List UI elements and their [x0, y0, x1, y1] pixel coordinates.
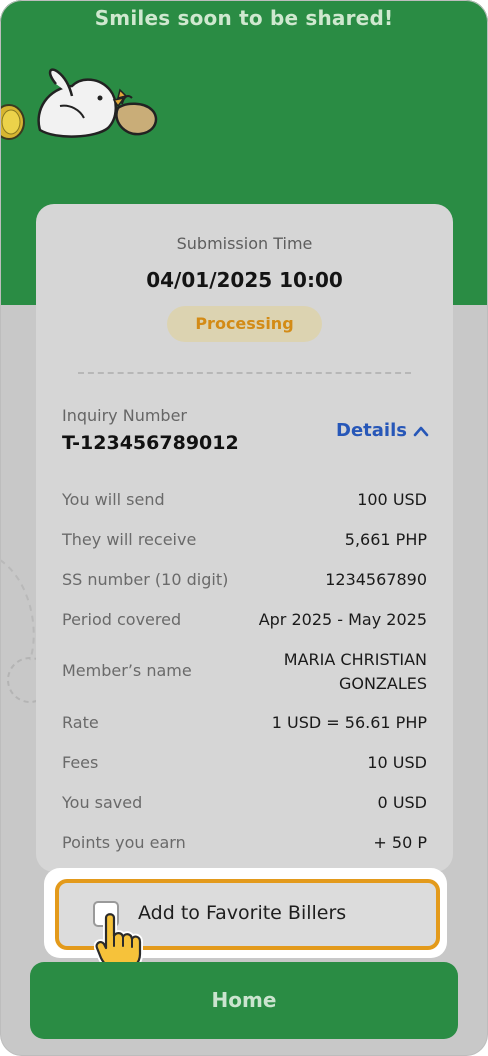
send-amount-value: 100 USD [357, 490, 427, 509]
details-toggle-button[interactable]: Details [336, 420, 429, 441]
member-name-value: MARIA CHRISTIAN GONZALES [284, 648, 427, 696]
app-screen: Smiles soon to be shared! Submission Tim… [0, 0, 488, 1056]
fees-value: 10 USD [367, 753, 427, 772]
member-name-line-1: MARIA CHRISTIAN [283, 650, 427, 669]
ss-number-label: SS number (10 digit) [62, 570, 229, 589]
banner-headline: Smiles soon to be shared! [94, 6, 394, 30]
ss-number-value: 1234567890 [325, 570, 427, 589]
rate-label: Rate [62, 713, 99, 732]
transaction-card: Submission Time 04/01/2025 10:00 Process… [36, 204, 453, 872]
rate-value: 1 USD = 56.61 PHP [271, 713, 427, 732]
favorite-label: Add to Favorite Billers [138, 902, 347, 924]
details-label: Details [336, 420, 407, 441]
points-earned-label: Points you earn [62, 833, 186, 852]
receive-amount-label: They will receive [62, 530, 197, 549]
member-name-label: Member’s name [62, 661, 192, 680]
period-covered-label: Period covered [62, 610, 182, 629]
member-name-line-2: GONZALES [338, 674, 427, 693]
submission-time-value: 04/01/2025 10:00 [146, 268, 343, 292]
send-amount-label: You will send [62, 490, 165, 509]
dashed-divider [78, 372, 411, 374]
home-button[interactable]: Home [30, 962, 458, 1039]
chevron-up-icon [413, 426, 429, 437]
submission-time-label: Submission Time [176, 234, 313, 253]
you-saved-value: 0 USD [377, 793, 427, 812]
inquiry-number-value: T-123456789012 [62, 432, 239, 454]
period-covered-value: Apr 2025 - May 2025 [258, 610, 427, 629]
bird-mascot-illustration [0, 68, 158, 140]
coin-icon [0, 104, 25, 140]
you-saved-label: You saved [62, 793, 143, 812]
status-badge: Processing [167, 306, 322, 342]
fees-label: Fees [62, 753, 99, 772]
inquiry-number-label: Inquiry Number [62, 406, 188, 425]
points-earned-value: + 50 P [373, 833, 427, 852]
receive-amount-value: 5,661 PHP [344, 530, 427, 549]
